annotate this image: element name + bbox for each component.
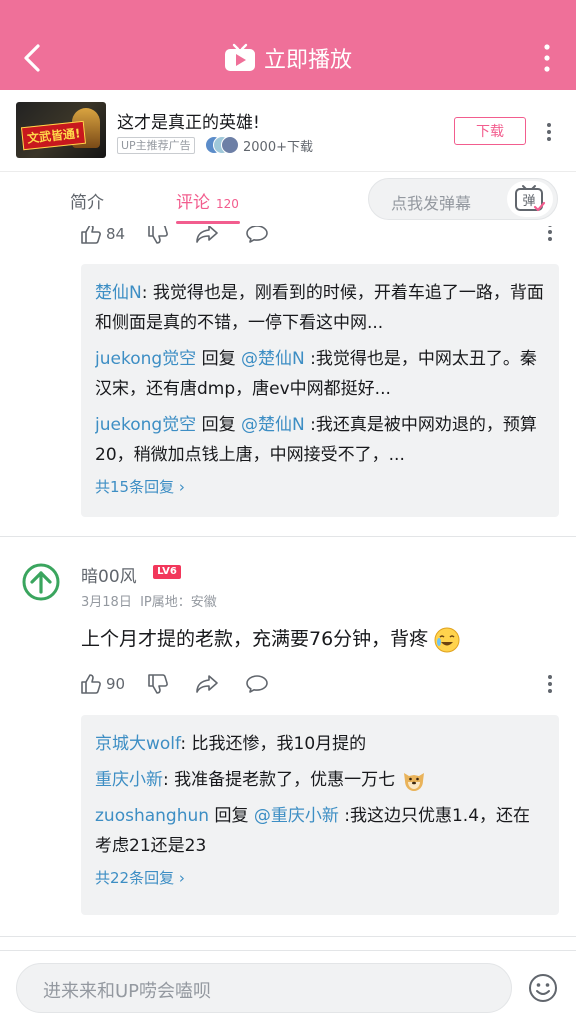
danmaku-placeholder: 点我发弹幕 <box>391 194 472 213</box>
comment-more-icon[interactable] <box>546 674 554 694</box>
chevron-right-icon: › <box>178 478 185 496</box>
reply-username[interactable]: juekong觉空 <box>95 349 196 369</box>
level-badge: LV6 <box>153 565 181 579</box>
comment-divider <box>0 536 576 537</box>
share-icon <box>196 226 218 243</box>
reply-word: 回复 <box>209 806 254 826</box>
thumbs-down-icon <box>148 226 169 244</box>
like-button[interactable]: 90 <box>80 673 125 695</box>
reply-text: : 我觉得也是，刚看到的时候，开着车追了一路，背面和侧面是真的不错，一停下看这中… <box>95 283 544 333</box>
reply-word: 回复 <box>196 415 241 435</box>
ip-location: IP属地：安徽 <box>140 595 217 610</box>
reply-mention[interactable]: @楚仙N <box>241 415 305 435</box>
ad-thumbnail[interactable]: 文武皆通! <box>16 102 106 158</box>
top-bar: 立即播放 <box>0 0 576 90</box>
like-button[interactable]: 84 <box>80 226 125 245</box>
view-all-replies-label: 共22条回复 <box>95 869 175 887</box>
comment-date: 3月18日 <box>81 595 132 610</box>
comment-username[interactable]: 暗00风 <box>81 562 137 587</box>
comment-actions: 84 <box>80 226 295 246</box>
reply-preview-box[interactable]: 京城大wolf: 比我还惨，我10月提的 重庆小新: 我准备提老款了，优惠一万七… <box>81 715 559 915</box>
thumbs-down-icon <box>148 674 169 694</box>
reply-item[interactable]: juekong觉空 回复 @楚仙N :我还真是被中网劝退的，预算20，稍微加点钱… <box>95 410 545 470</box>
user-avatar[interactable] <box>22 563 60 601</box>
comment-more-icon[interactable] <box>546 226 554 242</box>
view-all-replies-link[interactable]: 共22条回复 › <box>95 867 545 889</box>
ad-more-icon[interactable] <box>545 122 553 142</box>
danmaku-toggle-button[interactable]: 弹 <box>507 181 553 217</box>
comment-meta: 3月18日 IP属地：安徽 <box>81 591 217 610</box>
tab-comments-count: 120 <box>216 197 239 211</box>
danmaku-icon: 弹 <box>515 185 546 212</box>
reply-mention[interactable]: @重庆小新 <box>254 806 339 826</box>
danmaku-input[interactable]: 点我发弹幕 弹 <box>368 178 558 220</box>
like-count: 90 <box>106 675 126 693</box>
ad-user-avatars <box>205 136 239 154</box>
share-button[interactable] <box>195 226 223 245</box>
tab-comments[interactable]: 评论 120 <box>176 188 239 213</box>
reply-item[interactable]: 楚仙N: 我觉得也是，刚看到的时候，开着车追了一路，背面和侧面是真的不错，一停下… <box>95 278 545 338</box>
dislike-button[interactable] <box>147 226 173 245</box>
reply-preview-box[interactable]: 楚仙N: 我觉得也是，刚看到的时候，开着车追了一路，背面和侧面是真的不错，一停下… <box>81 264 559 517</box>
like-count: 84 <box>106 226 126 243</box>
comment-body-text: 上个月才提的老款，充满要76分钟，背疼 <box>81 628 429 650</box>
ad-title[interactable]: 这才是真正的英雄! <box>117 108 260 133</box>
download-count: 2000+下载 <box>243 140 313 155</box>
doge-emoji-icon <box>403 773 424 791</box>
dislike-button[interactable] <box>147 673 173 695</box>
reply-mention[interactable]: @楚仙N <box>241 349 305 369</box>
tv-play-icon <box>224 43 255 71</box>
reply-text: : 我准备提老款了，优惠一万七 <box>163 770 396 790</box>
thumbs-up-icon <box>81 674 101 694</box>
reply-word: 回复 <box>196 349 241 369</box>
emoji-picker-icon[interactable] <box>528 973 558 1003</box>
play-now-button[interactable]: 立即播放 <box>0 40 576 76</box>
ad-badge: UP主推荐广告 <box>117 137 195 154</box>
comment-composer: 进来来和UP唠会嗑呗 <box>0 950 576 1024</box>
reply-username[interactable]: zuoshanghun <box>95 806 209 826</box>
reply-username[interactable]: 京城大wolf <box>95 734 180 754</box>
comment-text: 上个月才提的老款，充满要76分钟，背疼 <box>81 624 460 653</box>
comment-input-placeholder: 进来来和UP唠会嗑呗 <box>43 981 212 1002</box>
reply-item[interactable]: 京城大wolf: 比我还惨，我10月提的 <box>95 729 545 759</box>
comment-feed[interactable]: 84 楚仙N: 我觉得也是，刚看到的时候，开着车追了一路，背面和侧面是真的不错，… <box>0 226 576 950</box>
share-icon <box>196 675 218 693</box>
reply-item[interactable]: juekong觉空 回复 @楚仙N :我觉得也是，中网太丑了。秦汉宋，还有唐dm… <box>95 344 545 404</box>
active-tab-indicator <box>176 221 240 224</box>
view-all-replies-link[interactable]: 共15条回复 › <box>95 476 545 498</box>
tab-intro[interactable]: 简介 <box>70 188 104 213</box>
comment-actions: 90 <box>80 672 295 696</box>
ad-banner[interactable]: 文武皆通! 这才是真正的英雄! UP主推荐广告 2000+下载 下载 <box>0 90 576 172</box>
comment-bubble-icon <box>246 675 268 693</box>
play-now-label: 立即播放 <box>263 48 352 73</box>
reply-button[interactable] <box>245 673 273 695</box>
reply-item[interactable]: zuoshanghun 回复 @重庆小新 :我这边只优惠1.4，还在考虑21还是… <box>95 801 545 861</box>
comment-divider <box>0 936 576 937</box>
comment-input[interactable]: 进来来和UP唠会嗑呗 <box>16 963 512 1013</box>
download-button[interactable]: 下载 <box>454 117 526 145</box>
reply-username[interactable]: 楚仙N <box>95 283 142 303</box>
tab-comments-label: 评论 <box>176 193 210 213</box>
svg-text:弹: 弹 <box>522 194 535 209</box>
crying-laughing-emoji-icon <box>434 627 460 652</box>
reply-item[interactable]: 重庆小新: 我准备提老款了，优惠一万七 <box>95 765 545 795</box>
reply-username[interactable]: juekong觉空 <box>95 415 196 435</box>
chevron-right-icon: › <box>178 869 185 887</box>
reply-button[interactable] <box>245 226 273 245</box>
more-options-icon[interactable] <box>540 42 554 74</box>
comment-bubble-icon <box>246 226 268 243</box>
thumbs-up-icon <box>81 226 101 244</box>
reply-text: : 比我还惨，我10月提的 <box>180 734 367 754</box>
tab-bar: 简介 评论 120 点我发弹幕 弹 <box>0 172 576 226</box>
reply-username[interactable]: 重庆小新 <box>95 770 163 790</box>
view-all-replies-label: 共15条回复 <box>95 478 175 496</box>
share-button[interactable] <box>195 673 223 695</box>
